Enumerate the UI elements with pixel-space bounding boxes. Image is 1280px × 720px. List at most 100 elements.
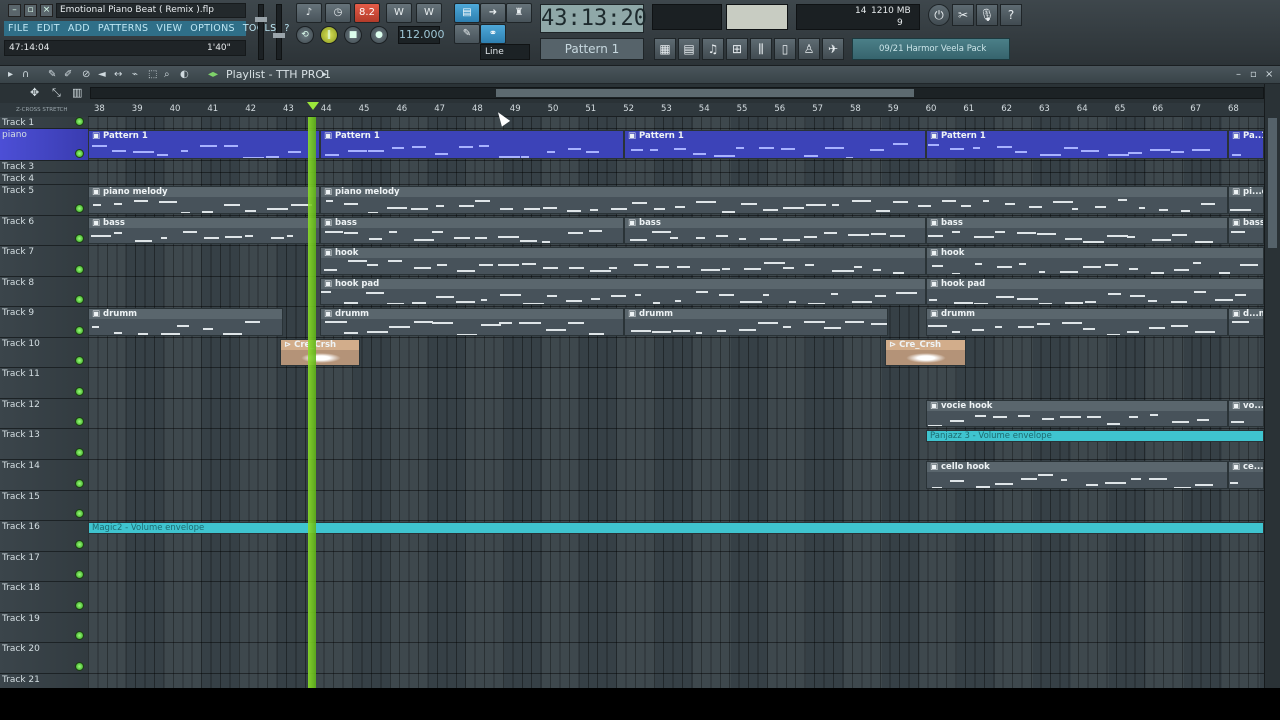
timeline-ruler[interactable]: 38 39 40 41 42 43 44 45 46 47 48 49 50 51 52 53 54 55 56 57… [88,103,1264,117]
window-restore-icon[interactable]: ▫ [24,4,37,17]
menu-add[interactable]: ADD [64,21,94,36]
track-enable-icon[interactable] [75,662,84,671]
track-header[interactable]: Track 14 [0,460,88,491]
blend-notes-button[interactable]: W [416,3,442,23]
horizontal-scroll-thumb[interactable] [496,89,914,97]
playlist-clip[interactable]: ▣ Pa..1 [1228,130,1264,159]
menu-view[interactable]: VIEW [152,21,186,36]
playlist-clip[interactable]: ▣ vocie hook [926,400,1228,427]
track-header[interactable]: Track 6 [0,216,88,246]
track-header[interactable]: Track 12 [0,399,88,429]
track-enable-icon[interactable] [75,295,84,304]
track-enable-icon[interactable] [75,570,84,579]
horizontal-scrollbar[interactable] [90,87,1264,99]
stop-button[interactable]: ■ [344,26,362,44]
master-pitch-slider[interactable] [273,4,285,60]
track-enable-icon[interactable] [75,234,84,243]
playlist-minimize-icon[interactable]: – [1236,69,1241,80]
pattern-mode-button[interactable]: ▤ [454,3,480,23]
menu-options[interactable]: OPTIONS [186,21,239,36]
playlist-window-icon[interactable]: ▦ [654,38,676,60]
playlist-clip[interactable]: ▣ vo...k [1228,400,1264,427]
playlist-clip[interactable]: ⊳ Cre_Crsh [885,339,966,366]
pencil-tool-icon[interactable]: ✎ [48,69,56,80]
playlist-clip[interactable]: ▣ Pattern 1 [88,130,320,159]
track-header[interactable]: Track 1 [0,117,88,129]
playlist-close-icon[interactable]: × [1265,69,1273,80]
playlist-clip[interactable]: ▣ drumm [926,308,1228,336]
arrange-arrows-icon[interactable]: ◂▸ [208,69,218,80]
step-sequencer-icon[interactable]: ▤ [678,38,700,60]
track-header[interactable]: Track 15 [0,491,88,521]
playlist-clip[interactable]: ▣ bass [624,217,926,244]
plugin-picker-icon[interactable]: ♙ [798,38,820,60]
resize-icon[interactable]: ⤡ [52,86,61,100]
track-enable-icon[interactable] [75,387,84,396]
playlist-clip[interactable]: ▣ drumm [88,308,283,336]
track-enable-icon[interactable] [75,265,84,274]
playlist-grid[interactable]: ▣ Pattern 1 ▣ Pattern 1 ▣ Pattern 1 ▣ Patte… [88,117,1264,704]
track-header[interactable]: Track 17 [0,552,88,582]
playlist-clip[interactable]: ▣ bass [88,217,320,244]
playlist-clip[interactable]: ▣ hook [926,247,1264,275]
title-arrow-icon[interactable]: ▸ [322,69,327,80]
track-header[interactable]: Track 19 [0,613,88,643]
playlist-clip[interactable]: ▣ hook pad [320,278,926,305]
playlist-clip[interactable]: ▣ ce...ok [1228,461,1264,489]
track-header[interactable]: Track 5 [0,185,88,216]
playlist-clip[interactable]: ▣ piano melody [320,186,1228,214]
track-enable-icon[interactable] [75,149,84,158]
slice-tool-icon[interactable]: ⌁ [132,69,138,80]
track-header[interactable]: Track 16 [0,521,88,552]
mixer-icon[interactable]: ⫼ [750,38,772,60]
draw-tool-icon[interactable]: ✎ [454,24,480,44]
microphone-icon[interactable]: 🎙 [976,4,998,26]
track-header[interactable]: Track 10 [0,338,88,368]
pattern-selector[interactable]: Pattern 1 [540,38,644,60]
mute-tool-icon[interactable]: ◄ [98,69,106,80]
playlist-clip[interactable]: ▣ Pattern 1 [926,130,1228,159]
track-enable-icon[interactable] [75,509,84,518]
window-minimize-icon[interactable]: – [8,4,21,17]
master-volume-slider[interactable] [255,4,267,60]
power-icon[interactable]: ⏻ [928,4,950,26]
slip-tool-icon[interactable]: ↔ [114,69,122,80]
track-enable-icon[interactable] [75,204,84,213]
select-tool-icon[interactable]: ⬚ [148,69,157,80]
project-info-icon[interactable]: ✈ [822,38,844,60]
zoom-tool-icon[interactable]: ⌕ [164,69,170,80]
track-enable-icon[interactable] [75,448,84,457]
magnet-icon[interactable]: ∩ [22,69,29,80]
channel-rack-icon[interactable]: ▯ [774,38,796,60]
track-enable-icon[interactable] [75,601,84,610]
vertical-scroll-thumb[interactable] [1268,118,1277,248]
track-enable-icon[interactable] [75,326,84,335]
link-tool-icon[interactable]: ⚭ [480,24,506,44]
vertical-scrollbar[interactable] [1264,84,1280,688]
playlist-clip[interactable]: ▣ drumm [320,308,624,336]
playlist-clip[interactable]: ▣ Pattern 1 [624,130,926,159]
delete-tool-icon[interactable]: ⊘ [82,69,90,80]
playlist-clip[interactable]: ▣ drumm [624,308,888,336]
playlist-maximize-icon[interactable]: ▫ [1250,69,1257,80]
song-time-display[interactable]: 43:13:20 [540,4,647,33]
track-header[interactable]: Track 4 [0,173,88,185]
tools-icon[interactable]: ✂ [952,4,974,26]
track-header[interactable]: Track 20 [0,643,88,674]
piano-keys-icon[interactable]: ▥ [72,86,82,99]
playlist-clip[interactable]: ▣ bass [320,217,624,244]
countdown-button[interactable]: ◷ [325,3,351,23]
track-header[interactable]: Track 8 [0,277,88,307]
playlist-clip[interactable]: ▣ d...m [1228,308,1264,336]
move-icon[interactable]: ✥ [30,86,39,99]
playlist-clip[interactable]: ▣ bass [926,217,1228,244]
playlist-clip[interactable]: ▣ cello hook [926,461,1228,489]
playlist-clip[interactable]: ⊳ Cre_Crsh [280,339,360,366]
playlist-clip[interactable]: ▣ hook [320,247,926,275]
playlist-clip[interactable]: ▣ bass [1228,217,1264,244]
track-header[interactable]: Track 11 [0,368,88,399]
track-enable-icon[interactable] [75,417,84,426]
track-enable-icon[interactable] [75,479,84,488]
song-mode-button[interactable]: ➜ [480,3,506,23]
browser-icon[interactable]: ⊞ [726,38,748,60]
